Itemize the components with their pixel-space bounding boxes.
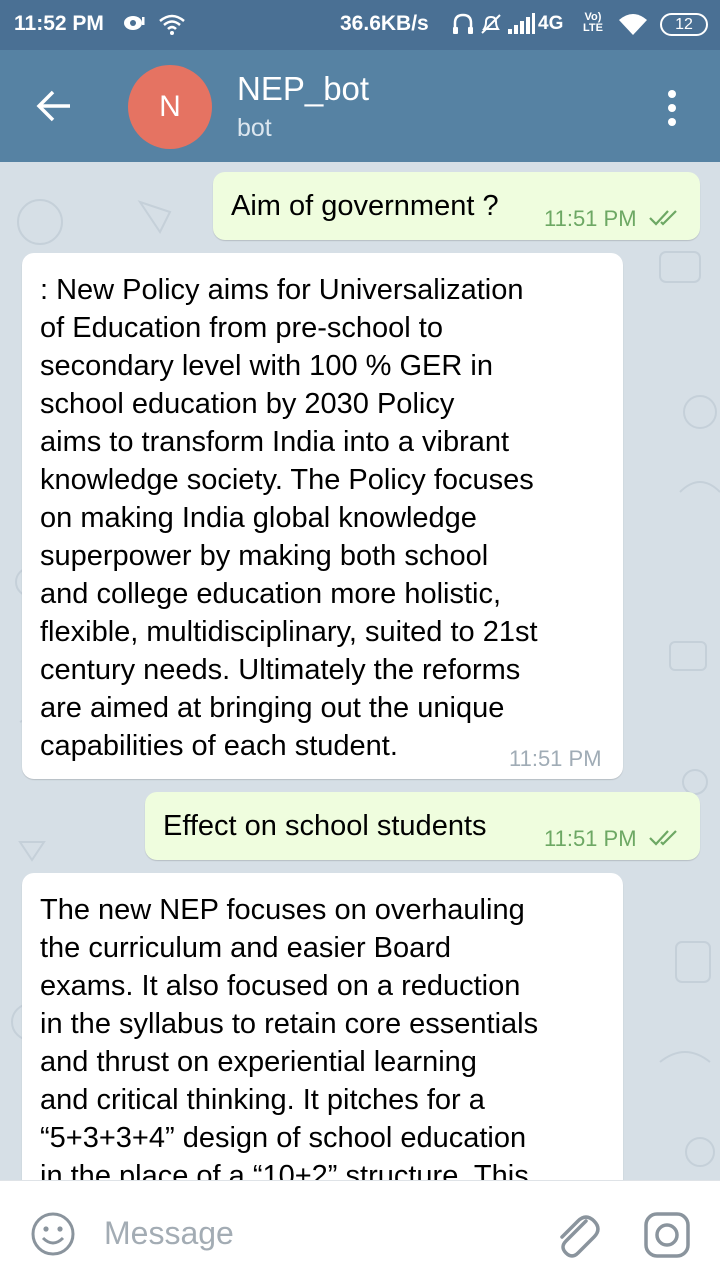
incoming-message[interactable]: : New Policy aims for Universalization o… bbox=[22, 253, 623, 779]
avatar[interactable]: N bbox=[128, 65, 212, 149]
battery-icon: 12 bbox=[660, 13, 708, 36]
wifi-icon bbox=[619, 14, 647, 35]
message-composer bbox=[0, 1180, 720, 1280]
more-menu-icon[interactable] bbox=[656, 86, 688, 130]
headset-icon bbox=[453, 13, 473, 34]
volte-badge: Vo) LTE bbox=[583, 11, 603, 34]
signal-icon bbox=[508, 13, 535, 34]
chat-header: N NEP_bot bot bbox=[0, 50, 720, 162]
message-time: 11:51 PM bbox=[544, 206, 637, 231]
network-type: 4G bbox=[538, 13, 564, 34]
back-arrow-icon[interactable] bbox=[28, 80, 80, 132]
message-time: 11:51 PM bbox=[509, 746, 602, 771]
message-list[interactable]: Aim of government ? 11:51 PM : New Polic… bbox=[0, 162, 720, 1180]
alarm-off-icon bbox=[481, 14, 501, 34]
message-input[interactable] bbox=[104, 1209, 524, 1257]
emoji-icon[interactable] bbox=[30, 1211, 76, 1257]
message-icon bbox=[124, 16, 145, 30]
incoming-message[interactable]: The new NEP focuses on overhauling the c… bbox=[22, 873, 623, 1180]
message-text: Effect on school students bbox=[163, 810, 487, 842]
chat-subtitle: bot bbox=[237, 114, 272, 142]
chat-title[interactable]: NEP_bot bbox=[237, 70, 369, 108]
wifi-icon bbox=[159, 14, 185, 35]
status-bar: 11:52 PM 36.6KB/s 4G Vo) LTE 12 bbox=[0, 0, 720, 50]
outgoing-message[interactable]: Effect on school students 11:51 PM bbox=[145, 792, 700, 860]
message-time: 11:51 PM bbox=[544, 826, 637, 851]
read-check-icon bbox=[649, 210, 677, 226]
status-time: 11:52 PM bbox=[14, 12, 104, 35]
outgoing-message[interactable]: Aim of government ? 11:51 PM bbox=[213, 172, 700, 240]
message-text: : New Policy aims for Universalization o… bbox=[40, 274, 538, 762]
attach-icon[interactable] bbox=[552, 1207, 600, 1263]
camera-icon[interactable] bbox=[643, 1211, 691, 1259]
message-text: The new NEP focuses on overhauling the c… bbox=[40, 894, 539, 1180]
read-check-icon bbox=[649, 830, 677, 846]
network-speed: 36.6KB/s bbox=[340, 12, 429, 35]
message-text: Aim of government ? bbox=[231, 190, 499, 222]
